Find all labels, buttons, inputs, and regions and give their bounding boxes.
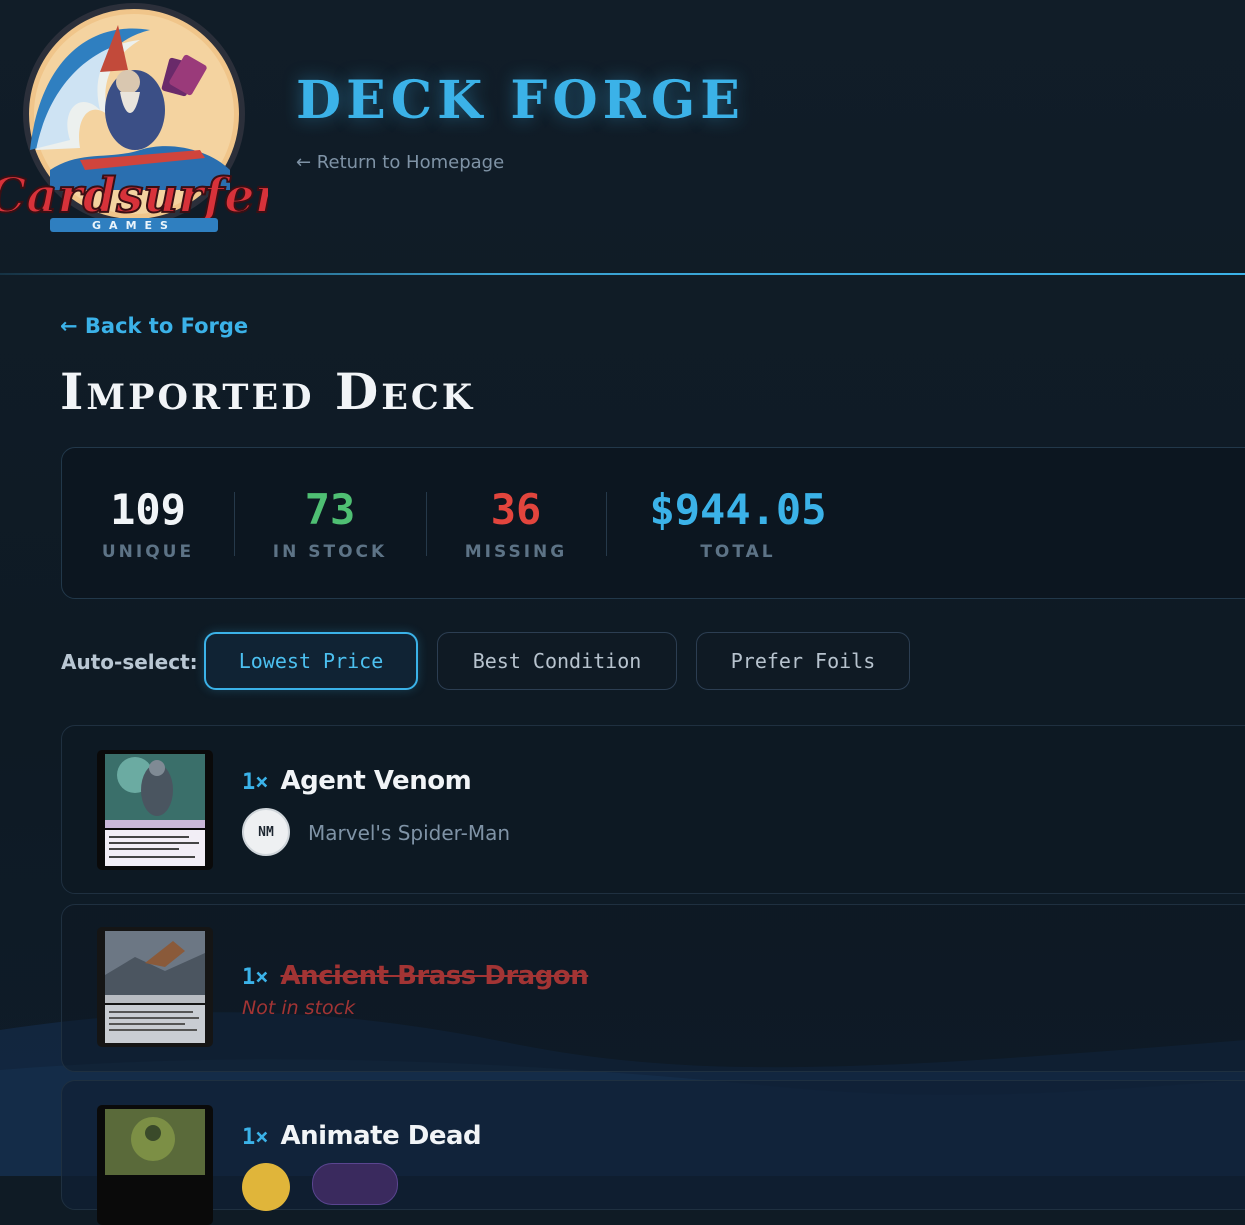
page-title: Imported Deck [60, 362, 476, 421]
card-name[interactable]: Animate Dead [281, 1121, 482, 1151]
card-quantity: 1× [242, 770, 269, 795]
stat-total: $944.05 TOTAL [646, 485, 830, 563]
stat-total-label: TOTAL [700, 542, 776, 562]
condition-badge[interactable]: NM [242, 808, 290, 856]
card-thumbnail-image [97, 1105, 213, 1225]
svg-text:GAMES: GAMES [92, 219, 176, 232]
stat-missing-value: 36 [490, 485, 542, 534]
card-name-line: 1× Ancient Brass Dragon [242, 961, 589, 991]
lowest-price-button[interactable]: Lowest Price [204, 632, 418, 690]
card-quantity: 1× [242, 1125, 269, 1150]
stat-unique-label: UNIQUE [101, 542, 195, 562]
condition-badge[interactable] [242, 1163, 290, 1211]
card-row[interactable]: 1× Animate Dead [61, 1080, 1245, 1225]
stat-in-stock: 73 IN STOCK [268, 485, 392, 563]
card-name[interactable]: Agent Venom [281, 766, 472, 796]
svg-text:Cardsurfer: Cardsurfer [0, 168, 268, 224]
card-name-line: 1× Animate Dead [242, 1121, 482, 1151]
best-condition-button[interactable]: Best Condition [437, 632, 677, 690]
card-name-line: 1× Agent Venom [242, 766, 472, 796]
stat-divider [606, 492, 607, 556]
stat-divider [234, 492, 235, 556]
prefer-foils-button[interactable]: Prefer Foils [696, 632, 910, 690]
stat-unique: 109 UNIQUE [100, 485, 196, 563]
stat-in-stock-value: 73 [304, 485, 356, 534]
not-in-stock-note: Not in stock [242, 997, 356, 1019]
site-title: DECK FORGE [296, 70, 745, 131]
card-thumbnail-image [97, 927, 213, 1047]
card-name[interactable]: Ancient Brass Dragon [281, 961, 589, 991]
stat-in-stock-label: IN STOCK [272, 542, 388, 562]
stat-missing-label: MISSING [464, 542, 568, 562]
card-quantity: 1× [242, 965, 269, 990]
stat-total-value: $944.05 [649, 485, 827, 534]
return-to-homepage-link[interactable]: ← Return to Homepage [296, 152, 504, 173]
card-row[interactable]: 1× Ancient Brass Dragon Not in stock [61, 904, 1245, 1072]
stat-missing: 36 MISSING [460, 485, 572, 563]
header-divider [0, 273, 1245, 275]
card-set-name: Marvel's Spider-Man [308, 821, 511, 845]
cardsurfer-logo[interactable]: Cardsurfer GAMES [0, 0, 268, 246]
foil-badge [312, 1163, 398, 1205]
deck-stats-panel: 109 UNIQUE 73 IN STOCK 36 MISSING $944.0… [61, 447, 1245, 599]
stat-divider [426, 492, 427, 556]
autoselect-label: Auto-select: [61, 650, 198, 674]
stat-unique-value: 109 [110, 485, 186, 534]
back-to-forge-link[interactable]: ← Back to Forge [60, 314, 248, 338]
card-thumbnail-image [97, 750, 213, 870]
card-row[interactable]: 1× Agent Venom NM Marvel's Spider-Man [61, 725, 1245, 894]
